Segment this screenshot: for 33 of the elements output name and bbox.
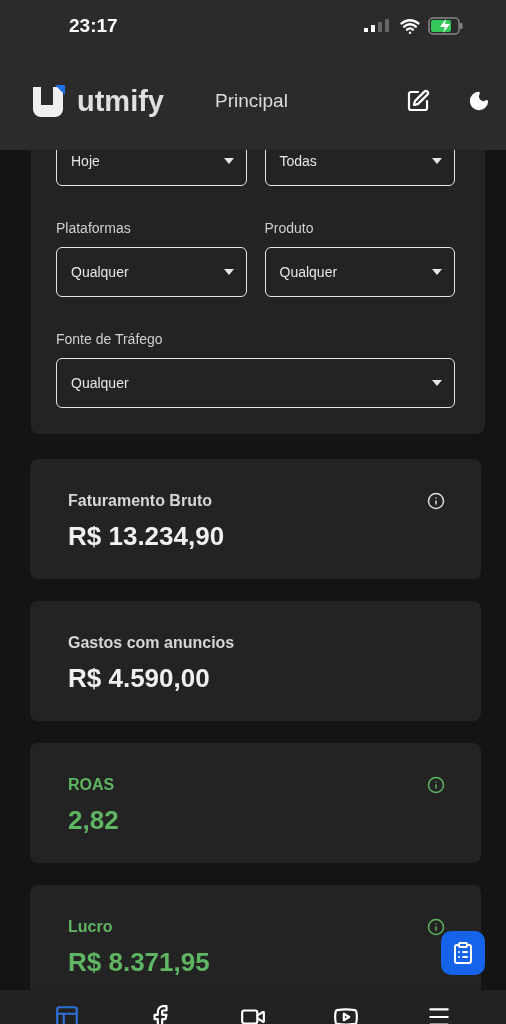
dropdown-field[interactable]: Todas — [264, 150, 455, 186]
caret-icon — [432, 269, 442, 275]
clipboard-icon — [451, 941, 475, 965]
wifi-icon — [400, 16, 420, 36]
metric-title: Faturamento Bruto — [68, 491, 212, 511]
dashboard-icon[interactable] — [53, 1004, 80, 1024]
signal-icon — [364, 19, 392, 33]
dropdown-field[interactable]: Qualquer — [56, 247, 247, 297]
brand-name: utmify — [77, 86, 164, 116]
dropdown-field[interactable]: Qualquer — [264, 247, 455, 297]
metric-title: ROAS — [68, 775, 115, 795]
metric-value: R$ 13.234,90 — [68, 520, 226, 553]
status-time: 23:17 — [69, 13, 118, 38]
field-label: Produto — [264, 219, 315, 238]
dropdown-field[interactable]: Hoje — [56, 150, 247, 186]
caret-icon — [432, 380, 442, 386]
info-icon[interactable] — [427, 776, 445, 794]
dropdown-field[interactable]: Qualquer — [56, 358, 455, 408]
metric-value: R$ 8.371,95 — [68, 946, 211, 979]
page-title: Principal — [215, 88, 288, 113]
field-label: Fonte de Tráfego — [56, 330, 164, 349]
field-label: Plataformas — [56, 219, 132, 238]
metric-title: Gastos com anuncios — [68, 633, 235, 653]
metric-value: R$ 4.590,00 — [68, 662, 211, 695]
logo-icon — [33, 85, 67, 117]
caret-icon — [223, 269, 234, 275]
caret-icon — [432, 158, 442, 164]
caret-icon — [223, 158, 234, 164]
info-icon[interactable] — [427, 918, 445, 936]
metric-title: Lucro — [68, 917, 113, 937]
metric-value: 2,82 — [68, 804, 120, 837]
report-button[interactable] — [441, 931, 485, 975]
battery-charging-icon — [428, 17, 464, 35]
